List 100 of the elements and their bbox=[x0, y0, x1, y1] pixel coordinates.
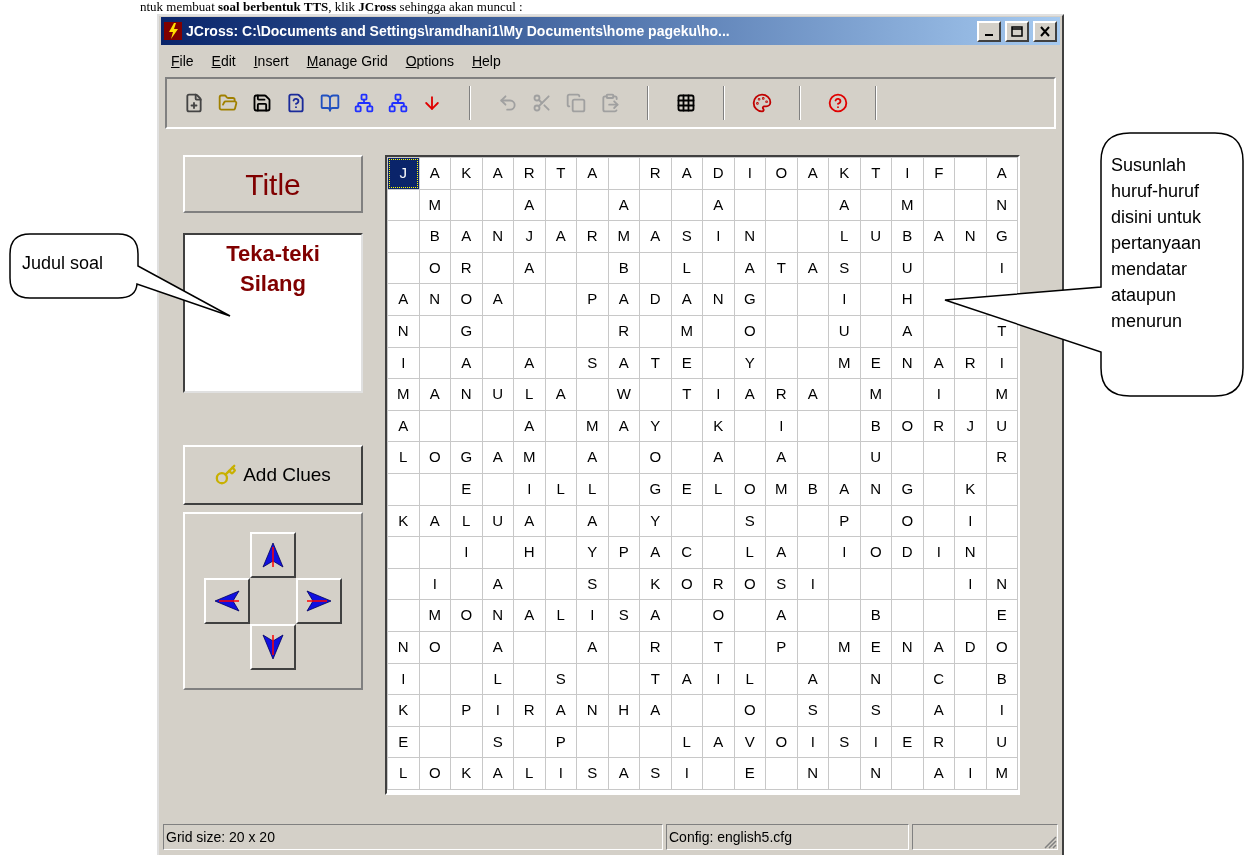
grid-cell[interactable]: N bbox=[577, 695, 608, 726]
grid-cell[interactable]: N bbox=[482, 600, 513, 631]
grid-cell[interactable]: A bbox=[545, 221, 576, 252]
grid-cell[interactable] bbox=[388, 600, 419, 631]
grid-cell[interactable]: A bbox=[482, 568, 513, 600]
grid-cell[interactable]: R bbox=[514, 695, 545, 726]
grid-cell[interactable] bbox=[703, 695, 734, 726]
grid-cell[interactable]: V bbox=[734, 726, 765, 758]
grid-cell[interactable] bbox=[545, 284, 576, 315]
grid-cell[interactable]: K bbox=[640, 568, 671, 600]
grid-cell[interactable]: C bbox=[671, 537, 702, 568]
grid-cell[interactable] bbox=[797, 600, 828, 631]
grid-cell[interactable]: A bbox=[923, 758, 954, 789]
grid-cell[interactable]: S bbox=[829, 252, 860, 284]
grid-cell[interactable]: N bbox=[388, 315, 419, 347]
grid-cell[interactable]: A bbox=[388, 410, 419, 442]
grid-cell[interactable] bbox=[419, 663, 450, 695]
grid-cell[interactable]: A bbox=[608, 758, 639, 789]
grid-cell[interactable]: R bbox=[640, 631, 671, 663]
grid-cell[interactable] bbox=[923, 505, 954, 537]
grid-cell[interactable] bbox=[608, 631, 639, 663]
grid-cell[interactable]: A bbox=[703, 189, 734, 221]
grid-cell[interactable] bbox=[703, 347, 734, 379]
grid-cell[interactable] bbox=[608, 663, 639, 695]
grid-cell[interactable] bbox=[766, 221, 797, 252]
grid-cell[interactable]: A bbox=[545, 379, 576, 410]
grid-cell[interactable] bbox=[671, 410, 702, 442]
grid-cell[interactable]: F bbox=[923, 158, 954, 189]
grid-cell[interactable]: B bbox=[860, 600, 891, 631]
grid-cell[interactable]: M bbox=[608, 221, 639, 252]
menu-item[interactable]: Help bbox=[471, 50, 501, 72]
grid-cell[interactable]: A bbox=[482, 758, 513, 789]
grid-cell[interactable]: A bbox=[514, 347, 545, 379]
grid-cell[interactable]: I bbox=[734, 158, 765, 189]
grid-cell[interactable]: S bbox=[829, 726, 860, 758]
grid-cell[interactable] bbox=[923, 600, 954, 631]
grid-cell[interactable]: R bbox=[703, 568, 734, 600]
grid-cell[interactable]: G bbox=[986, 221, 1017, 252]
grid-cell[interactable] bbox=[482, 252, 513, 284]
grid-cell[interactable] bbox=[577, 726, 608, 758]
grid-cell[interactable]: O bbox=[734, 695, 765, 726]
grid-cell[interactable]: S bbox=[640, 758, 671, 789]
grid-cell[interactable]: M bbox=[860, 379, 891, 410]
grid-cell[interactable]: E bbox=[388, 726, 419, 758]
grid-cell[interactable]: K bbox=[703, 410, 734, 442]
grid-cell[interactable] bbox=[734, 442, 765, 473]
grid-cell[interactable] bbox=[482, 473, 513, 505]
grid-cell[interactable]: O bbox=[734, 315, 765, 347]
grid-cell[interactable] bbox=[797, 284, 828, 315]
grid-cell[interactable]: E bbox=[860, 631, 891, 663]
grid-cell[interactable]: I bbox=[955, 505, 986, 537]
grid-cell[interactable]: N bbox=[986, 189, 1017, 221]
grid-cell[interactable] bbox=[797, 221, 828, 252]
grid-cell[interactable]: U bbox=[860, 442, 891, 473]
grid-cell[interactable] bbox=[577, 252, 608, 284]
grid-cell[interactable]: I bbox=[797, 568, 828, 600]
grid-cell[interactable] bbox=[419, 347, 450, 379]
grid-cell[interactable]: D bbox=[703, 158, 734, 189]
grid-cell[interactable] bbox=[829, 695, 860, 726]
grid-cell[interactable]: I bbox=[577, 600, 608, 631]
grid-cell[interactable] bbox=[860, 568, 891, 600]
grid-cell[interactable]: T bbox=[671, 379, 702, 410]
grid-cell[interactable]: S bbox=[482, 726, 513, 758]
grid-cell[interactable]: A bbox=[577, 158, 608, 189]
grid-cell[interactable]: A bbox=[766, 600, 797, 631]
grid-cell[interactable]: E bbox=[451, 473, 482, 505]
grid-cell[interactable] bbox=[955, 600, 986, 631]
grid-cell[interactable]: O bbox=[986, 631, 1017, 663]
grid-cell[interactable] bbox=[419, 695, 450, 726]
grid-cell[interactable]: O bbox=[451, 284, 482, 315]
grid-cell[interactable]: I bbox=[797, 726, 828, 758]
grid-cell[interactable]: H bbox=[608, 695, 639, 726]
grid-cell[interactable] bbox=[766, 695, 797, 726]
grid-cell[interactable]: M bbox=[388, 379, 419, 410]
grid-cell[interactable] bbox=[514, 284, 545, 315]
grid-cell[interactable]: O bbox=[860, 537, 891, 568]
grid-cell[interactable]: G bbox=[451, 442, 482, 473]
grid-cell[interactable]: I bbox=[482, 695, 513, 726]
grid-cell[interactable]: A bbox=[766, 442, 797, 473]
grid-cell[interactable]: R bbox=[577, 221, 608, 252]
grid-cell[interactable] bbox=[482, 347, 513, 379]
grid-cell[interactable]: L bbox=[577, 473, 608, 505]
grid-cell[interactable] bbox=[608, 158, 639, 189]
grid-cell[interactable] bbox=[640, 252, 671, 284]
grid-cell[interactable]: D bbox=[640, 284, 671, 315]
grid-cell[interactable]: R bbox=[923, 726, 954, 758]
grid-cell[interactable] bbox=[388, 252, 419, 284]
grid-cell[interactable] bbox=[797, 505, 828, 537]
grid-cell[interactable]: I bbox=[829, 284, 860, 315]
move-left-button[interactable] bbox=[204, 578, 250, 624]
grid-cell[interactable]: I bbox=[955, 758, 986, 789]
grid-cell[interactable]: A bbox=[923, 347, 954, 379]
grid-cell[interactable]: A bbox=[797, 663, 828, 695]
grid-cell[interactable] bbox=[955, 189, 986, 221]
grid-cell[interactable]: M bbox=[892, 189, 923, 221]
grid-cell[interactable]: M bbox=[671, 315, 702, 347]
grid-cell[interactable] bbox=[482, 537, 513, 568]
grid-cell[interactable]: L bbox=[671, 726, 702, 758]
grid-cell[interactable] bbox=[892, 442, 923, 473]
grid-cell[interactable]: A bbox=[451, 221, 482, 252]
